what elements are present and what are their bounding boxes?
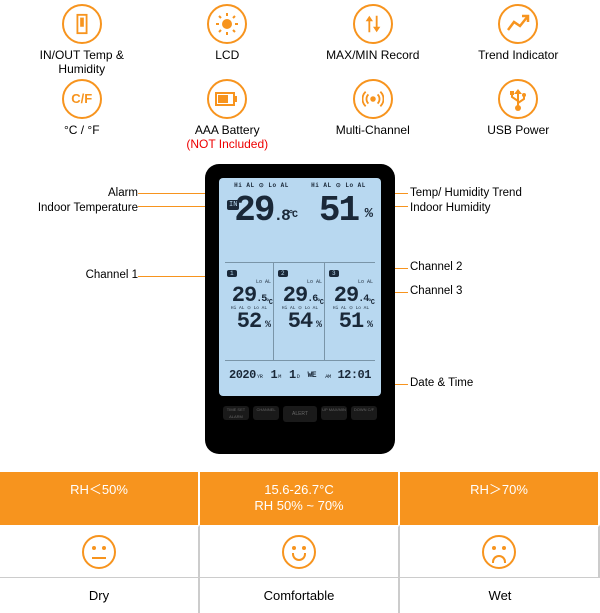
thermo-icon — [62, 4, 102, 44]
comfort-label-wet: Wet — [400, 577, 600, 613]
callout-ch2: Channel 2 — [410, 260, 462, 275]
lcd-screen: Hi AL ⊙ Lo AL IN 29.8°C Hi AL ⊙ Lo AL ▲ … — [219, 178, 381, 396]
cf-icon: C/F — [62, 79, 102, 119]
feature-multichannel: Multi-Channel — [301, 79, 445, 152]
feature-grid: IN/OUT Temp &Humidity LCD MAX/MIN Record… — [0, 0, 600, 160]
sun-icon — [207, 4, 247, 44]
comfort-header-wet: RH＞70% — [400, 472, 600, 526]
channel-button[interactable]: CHANNEL — [253, 406, 279, 420]
timeset-button[interactable]: TIME SET ALARM — [223, 406, 249, 420]
feature-label: Trend Indicator — [447, 48, 591, 76]
updown-icon — [353, 4, 393, 44]
hilo-label: Hi AL ⊙ Lo AL — [225, 182, 298, 189]
feature-trend: Trend Indicator — [447, 4, 591, 77]
comfort-table: RH＜50% 15.6-26.7°CRH 50% ~ 70% RH＞70% Dr… — [0, 470, 600, 613]
callout-datetime: Date & Time — [410, 376, 473, 391]
face-comfortable — [200, 525, 400, 577]
feature-label: °C / °F — [10, 123, 154, 151]
channel-1: 1 Lo AL 29.5°C Hi AL ⊙ Lo AL 52% — [225, 263, 274, 360]
feature-label: IN/OUT Temp & — [40, 48, 124, 62]
feature-label: MAX/MIN Record — [301, 48, 445, 76]
down-button[interactable]: DOWN C/F — [351, 406, 377, 420]
device-body: Hi AL ⊙ Lo AL IN 29.8°C Hi AL ⊙ Lo AL ▲ … — [205, 164, 395, 454]
comfort-label-dry: Dry — [0, 577, 200, 613]
callout-alarm: AlarmIndoor Temperature — [8, 186, 138, 216]
date-time-row: 2020YR 1M 1D WE AM 12:01 — [225, 360, 375, 390]
trend-icon — [498, 4, 538, 44]
channel-2: 2 Lo AL 29.6°C Hi AL ⊙ Lo AL 54% — [276, 263, 325, 360]
face-dry — [0, 525, 200, 577]
hilo-label: Hi AL ⊙ Lo AL — [302, 182, 375, 189]
comfort-header-dry: RH＜50% — [0, 472, 200, 526]
feature-label: USB Power — [447, 123, 591, 151]
feature-label: AAA Battery — [195, 123, 260, 137]
signal-icon — [353, 79, 393, 119]
comfort-label-comfortable: Comfortable — [200, 577, 400, 613]
feature-inout: IN/OUT Temp &Humidity — [10, 4, 154, 77]
face-wet — [400, 525, 600, 577]
feature-label: LCD — [156, 48, 300, 76]
channel-3: 3 Lo AL 29.4°C Hi AL ⊙ Lo AL 51% — [327, 263, 375, 360]
callout-ch3: Channel 3 — [410, 284, 462, 299]
feature-lcd: LCD — [156, 4, 300, 77]
up-button[interactable]: UP MAX/MIN — [321, 406, 347, 420]
usb-icon — [498, 79, 538, 119]
alert-button[interactable]: ALERT — [283, 406, 317, 422]
feature-battery: AAA Battery(NOT Included) — [156, 79, 300, 152]
feature-usb: USB Power — [447, 79, 591, 152]
comfort-header-comfortable: 15.6-26.7°CRH 50% ~ 70% — [200, 472, 400, 526]
callout-ch1: Channel 1 — [8, 268, 138, 283]
callout-trend: Temp/ Humidity TrendIndoor Humidity — [410, 186, 522, 216]
main-humidity: 51% — [302, 193, 375, 229]
button-row: TIME SET ALARM CHANNEL ALERT UP MAX/MIN … — [219, 406, 381, 422]
battery-icon — [207, 79, 247, 119]
device-diagram: AlarmIndoor Temperature Channel 1 Temp/ … — [0, 160, 600, 470]
feature-label: Multi-Channel — [301, 123, 445, 151]
feature-cf: C/F °C / °F — [10, 79, 154, 152]
main-temp: 29.8°C — [225, 193, 298, 229]
feature-maxmin: MAX/MIN Record — [301, 4, 445, 77]
